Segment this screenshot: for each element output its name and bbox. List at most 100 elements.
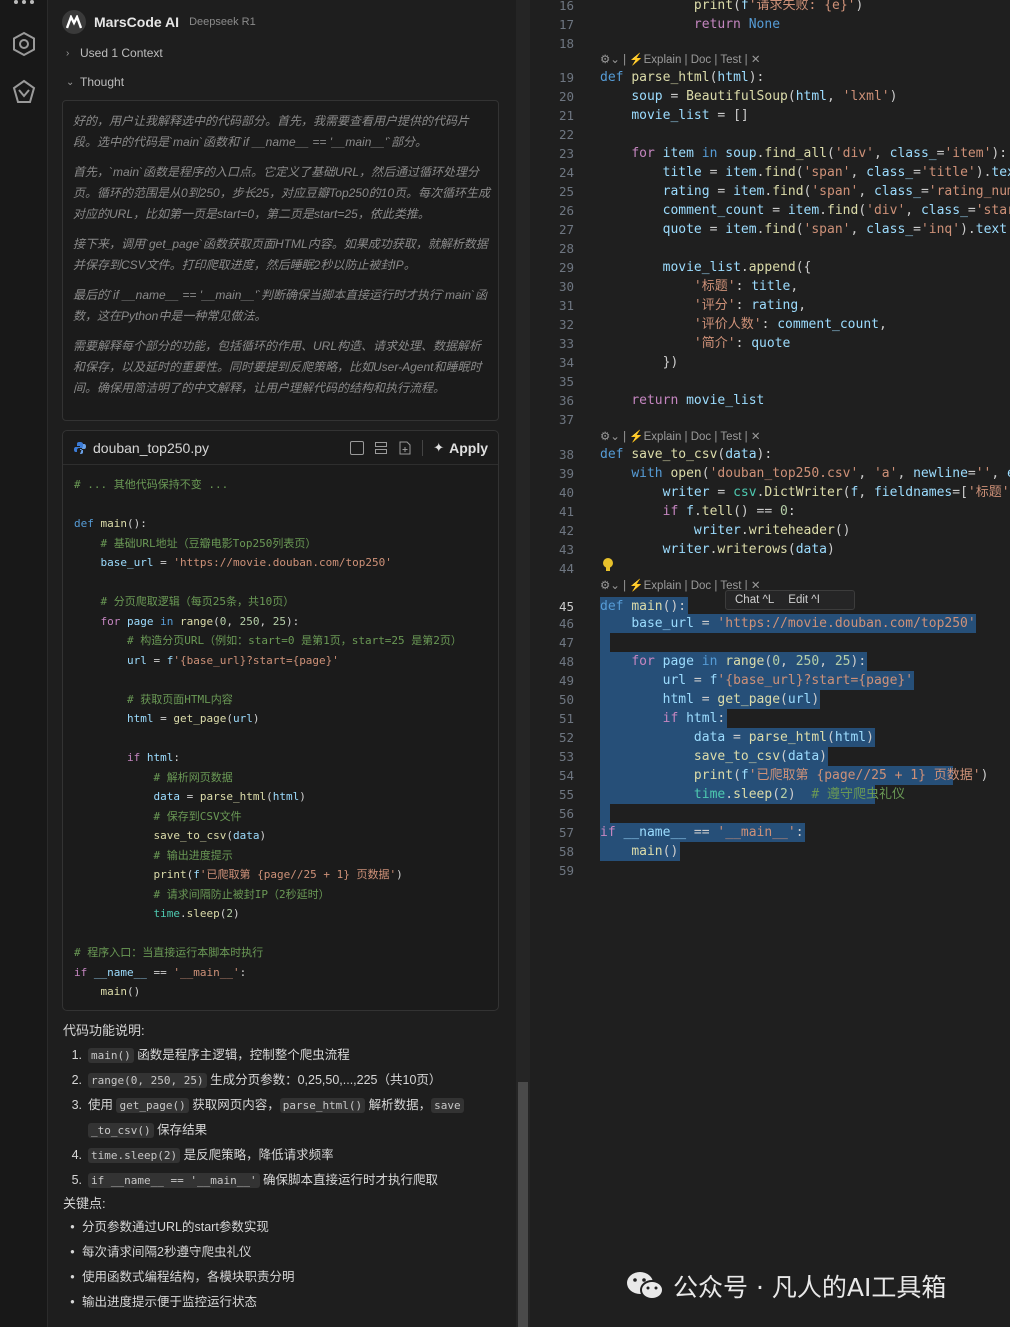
code-line: print(f'已爬取第 {page//25 + 1} 页数据') xyxy=(153,868,403,881)
editor-line[interactable]: 24 title = item.find('span', class_='tit… xyxy=(530,163,1010,182)
editor-line[interactable]: 56 xyxy=(530,804,1010,823)
editor-line[interactable]: 22 xyxy=(530,125,1010,144)
code-text: def save_to_csv(data): xyxy=(600,447,773,462)
editor-line[interactable]: 49 url = f'{base_url}?start={page}' xyxy=(530,671,1010,690)
editor-line[interactable]: 46 base_url = 'https://movie.douban.com/… xyxy=(530,614,1010,633)
editor-line[interactable]: 47 xyxy=(530,633,1010,652)
key-points-title: 关键点: xyxy=(63,1196,106,1211)
line-number: 37 xyxy=(558,412,574,427)
code-text: base_url = 'https://movie.douban.com/top… xyxy=(631,616,976,631)
editor-line[interactable]: 54 print(f'已爬取第 {page//25 + 1} 页数据') xyxy=(530,766,1010,785)
line-number: 32 xyxy=(558,317,574,332)
editor-line[interactable]: 41 if f.tell() == 0: xyxy=(530,502,1010,521)
editor-line[interactable]: 34 }) xyxy=(530,353,1010,372)
editor-line[interactable]: 21 movie_list = [] xyxy=(530,106,1010,125)
code-text: for page in range(0, 250, 25): xyxy=(631,654,867,669)
editor-line[interactable]: 33 '简介': quote xyxy=(530,334,1010,353)
editor-line[interactable]: 17 return None xyxy=(530,15,1010,34)
list-item: 2. range(0, 250, 25) 生成分页参数：0,25,50,...,… xyxy=(71,1073,442,1088)
editor-line[interactable]: 32 '评价人数': comment_count, xyxy=(530,315,1010,334)
activity-bar xyxy=(0,0,48,1327)
line-number: 55 xyxy=(558,787,574,802)
code-line: # ... 其他代码保持不变 ... xyxy=(74,478,229,491)
thought-toggle[interactable]: ⌄ Thought xyxy=(66,75,124,89)
editor-line[interactable]: 16 print(f'请求失败: {e}') xyxy=(530,0,1010,15)
new-file-icon[interactable] xyxy=(398,441,412,455)
code-text: for item in soup.find_all('div', class_=… xyxy=(631,146,1008,161)
line-number: 50 xyxy=(558,692,574,707)
code-text: with open('douban_top250.csv', 'a', newl… xyxy=(631,466,1010,481)
hexagon-icon[interactable] xyxy=(10,30,38,58)
editor-line[interactable]: 26 comment_count = item.find('div', clas… xyxy=(530,201,1010,220)
thought-paragraph: 接下来，调用`get_page`函数获取页面HTML内容。如果成功获取，就解析数… xyxy=(73,237,488,272)
edit-shortcut[interactable]: Edit ^I xyxy=(788,594,820,606)
editor-line[interactable]: 35 xyxy=(530,372,1010,391)
code-text: rating = item.find('span', class_='ratin… xyxy=(662,184,1010,199)
editor-line[interactable]: 27 quote = item.find('span', class_='inq… xyxy=(530,220,1010,239)
apply-button[interactable]: ✦ Apply xyxy=(433,440,488,456)
editor-line[interactable]: 58 main() xyxy=(530,842,1010,861)
code-line: # 解析网页数据 xyxy=(153,770,233,784)
code-text: save_to_csv(data) xyxy=(693,749,827,764)
editor-line[interactable]: 42 writer.writeheader() xyxy=(530,521,1010,540)
code-editor[interactable]: ⚙⌄ | ⚡Explain | Doc | Test | ✕ ⚙⌄ | ⚡Expl… xyxy=(530,0,1010,1327)
editor-line[interactable]: 19 def parse_html(html): xyxy=(530,68,1010,87)
list-item: • 每次请求间隔2秒遵守爬虫礼仪 xyxy=(70,1245,252,1259)
more-icon[interactable] xyxy=(10,0,38,14)
code-text: if __name__ == '__main__': xyxy=(600,825,804,840)
insert-icon[interactable] xyxy=(374,441,388,455)
code-lens[interactable]: ⚙⌄ | ⚡Explain | Doc | Test | ✕ xyxy=(600,429,760,445)
code-line: time.sleep(2) xyxy=(153,907,240,920)
editor-line[interactable]: 51 if html: xyxy=(530,709,1010,728)
editor-line[interactable]: 39 with open('douban_top250.csv', 'a', n… xyxy=(530,464,1010,483)
code-text: }) xyxy=(600,355,679,370)
copy-icon[interactable] xyxy=(350,441,365,455)
line-number: 56 xyxy=(558,806,574,821)
code-line: # 构造分页URL（例如：start=0 是第1页，start=25 是第2页） xyxy=(126,634,462,647)
line-number: 41 xyxy=(558,504,574,519)
code-text: writer = csv.DictWriter(f, fieldnames=['… xyxy=(662,485,1010,500)
list-item: 1. main() 函数是程序主逻辑，控制整个爬虫流程 xyxy=(71,1048,350,1063)
editor-line[interactable]: 23 for item in soup.find_all('div', clas… xyxy=(530,144,1010,163)
editor-line[interactable]: 48 for page in range(0, 250, 25): xyxy=(530,652,1010,671)
editor-line[interactable]: 28 xyxy=(530,239,1010,258)
editor-line[interactable]: 57 if __name__ == '__main__': xyxy=(530,823,1010,842)
assistant-name: MarsCode AI xyxy=(94,14,180,30)
editor-line[interactable]: 25 rating = item.find('span', class_='ra… xyxy=(530,182,1010,201)
editor-line[interactable]: 59 xyxy=(530,861,1010,880)
editor-line[interactable]: 29 movie_list.append({ xyxy=(530,258,1010,277)
list-item: 4. time.sleep(2) 是反爬策略，降低请求频率 xyxy=(71,1148,334,1163)
editor-line[interactable]: 52 data = parse_html(html) xyxy=(530,728,1010,747)
editor-line[interactable]: 55 time.sleep(2) # 遵守爬虫礼仪 xyxy=(530,785,1010,804)
apply-label: Apply xyxy=(449,440,488,456)
editor-line[interactable]: 30 '标题': title, xyxy=(530,277,1010,296)
editor-line[interactable]: 31 '评分': rating, xyxy=(530,296,1010,315)
context-toggle[interactable]: › Used 1 Context xyxy=(66,46,163,60)
code-line: # 请求间隔防止被封IP（2秒延时） xyxy=(153,887,330,901)
editor-line[interactable]: 53 save_to_csv(data) xyxy=(530,747,1010,766)
code-text: writer.writerows(data) xyxy=(662,542,835,557)
chat-panel: MarsCode AI Deepseek R1 › Used 1 Context… xyxy=(48,0,516,1327)
editor-line[interactable]: 18 xyxy=(530,34,1010,53)
code-text: if html: xyxy=(662,711,726,726)
editor-line[interactable]: 40 writer = csv.DictWriter(f, fieldnames… xyxy=(530,483,1010,502)
lightbulb-icon[interactable] xyxy=(602,557,614,573)
thought-content: 好的，用户让我解释选中的代码部分。首先，我需要查看用户提供的代码片段。选中的代码… xyxy=(62,100,499,421)
editor-line[interactable]: 50 html = get_page(url) xyxy=(530,690,1010,709)
code-line: save_to_csv(data) xyxy=(153,829,267,842)
editor-line[interactable]: 20 soup = BeautifulSoup(html, 'lxml') xyxy=(530,87,1010,106)
editor-line[interactable]: 38 def save_to_csv(data): xyxy=(530,445,1010,464)
marscode-icon[interactable] xyxy=(10,78,38,106)
scrollbar-thumb[interactable] xyxy=(518,1082,528,1327)
chevron-down-icon: ⌄ xyxy=(66,76,75,88)
code-text: movie_list = [] xyxy=(631,108,749,123)
code-file-name: douban_top250.py xyxy=(93,439,209,456)
editor-line[interactable]: 37 xyxy=(530,410,1010,429)
editor-line[interactable]: 36 return movie_list xyxy=(530,391,1010,410)
chat-shortcut[interactable]: Chat ^L xyxy=(735,594,774,606)
code-lens[interactable]: ⚙⌄ | ⚡Explain | Doc | Test | ✕ xyxy=(600,52,760,68)
chat-scrollbar[interactable] xyxy=(516,0,530,1327)
